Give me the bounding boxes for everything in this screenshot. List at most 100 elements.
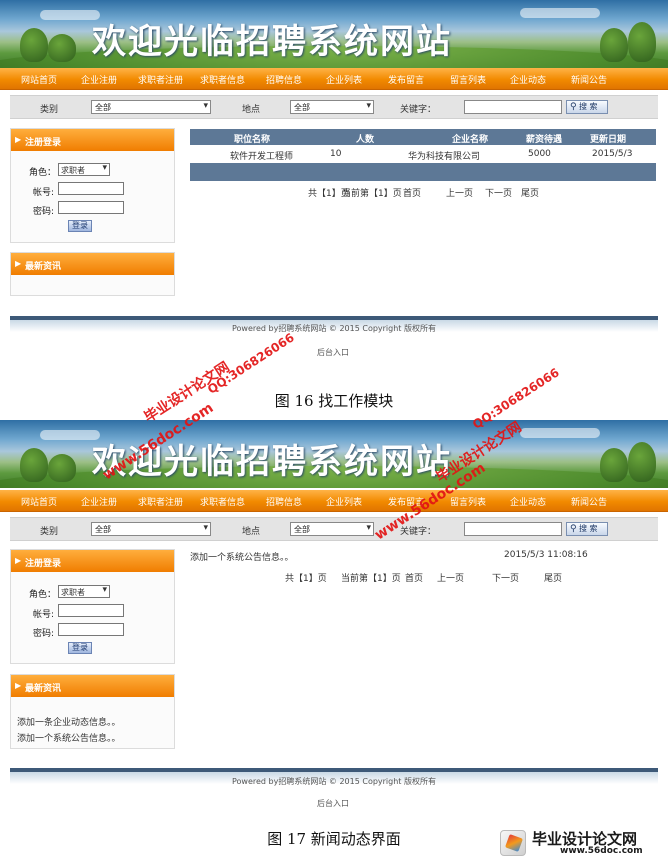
logo-icon xyxy=(500,830,526,856)
figure-caption: 图 16 找工作模块 xyxy=(274,392,394,410)
table-cell[interactable]: 软件开发工程师 xyxy=(230,149,293,162)
password-input[interactable] xyxy=(58,623,124,636)
nav-item-home[interactable]: 网站首页 xyxy=(21,73,57,86)
screenshot-find-job: 欢迎光临招聘系统网站 网站首页 企业注册 求职者注册 求职者信息 招聘信息 企业… xyxy=(0,0,668,385)
keyword-input[interactable] xyxy=(464,100,562,114)
pager-current: 当前第【1】页 xyxy=(342,189,402,199)
location-select[interactable]: 全部 xyxy=(290,100,374,114)
cloud-decoration xyxy=(40,430,100,440)
job-table: 职位名称 人数 企业名称 薪资待遇 更新日期 软件开发工程师 10 华为科技有限… xyxy=(190,129,656,181)
table-cell: 5000 xyxy=(528,149,551,159)
nav-item-jobs[interactable]: 招聘信息 xyxy=(266,495,302,508)
nav-item-announcements[interactable]: 新闻公告 xyxy=(571,73,607,86)
column-header: 薪资待遇 xyxy=(526,135,563,145)
search-button-label: 搜 索 xyxy=(579,102,598,111)
pager-prev[interactable]: 上一页 xyxy=(446,186,473,199)
login-panel-title: 注册登录 xyxy=(25,559,62,569)
footer-copyright: Powered by招聘系统网站 © 2015 Copyright 版权所有 xyxy=(232,324,436,333)
table-cell: 10 xyxy=(330,149,342,159)
login-panel: ▶ 注册登录 角色： 求职者 帐号: 密码: 登录 xyxy=(10,549,175,664)
category-label: 类别 xyxy=(40,527,59,537)
location-select[interactable]: 全部 xyxy=(290,522,374,536)
nav-item-company-list[interactable]: 企业列表 xyxy=(326,495,362,508)
nav-item-company-news[interactable]: 企业动态 xyxy=(510,495,546,508)
nav-item-home[interactable]: 网站首页 xyxy=(21,495,57,508)
nav-item-company-news[interactable]: 企业动态 xyxy=(510,73,546,86)
nav-item-company-register[interactable]: 企业注册 xyxy=(81,495,117,508)
login-button[interactable]: 登录 xyxy=(68,220,92,232)
account-label: 帐号: xyxy=(33,610,55,620)
tree-decoration xyxy=(628,442,656,482)
nav-item-company-register[interactable]: 企业注册 xyxy=(81,73,117,86)
location-label: 地点 xyxy=(242,527,261,537)
notice-title[interactable]: 添加一个系统公告信息。。 xyxy=(190,550,294,563)
account-input[interactable] xyxy=(58,604,124,617)
arrow-icon: ▶ xyxy=(15,135,22,144)
category-select[interactable]: 全部 xyxy=(91,522,211,536)
keyword-label: 关键字： xyxy=(400,105,437,115)
pager-last[interactable]: 尾页 xyxy=(544,571,562,584)
site-banner: 欢迎光临招聘系统网站 xyxy=(0,420,668,488)
role-select[interactable]: 求职者 xyxy=(58,163,110,176)
category-label: 类别 xyxy=(40,105,59,115)
nav-item-seeker-register[interactable]: 求职者注册 xyxy=(138,73,183,86)
nav-item-seeker-register[interactable]: 求职者注册 xyxy=(138,495,183,508)
news-panel-title: 最新资讯 xyxy=(25,684,62,694)
login-panel-header: ▶ 注册登录 xyxy=(11,129,174,151)
account-input[interactable] xyxy=(58,182,124,195)
login-panel-title: 注册登录 xyxy=(25,138,62,148)
pager-prev[interactable]: 上一页 xyxy=(437,571,464,584)
job-table-footer xyxy=(190,163,656,181)
admin-link[interactable]: 后台入口 xyxy=(317,798,349,809)
nav-item-message-list[interactable]: 留言列表 xyxy=(450,495,486,508)
pager-first[interactable]: 首页 xyxy=(405,571,423,584)
search-button[interactable]: ⚲ 搜 索 xyxy=(566,100,608,114)
role-label: 角色： xyxy=(29,590,57,600)
tree-decoration xyxy=(48,34,76,62)
password-input[interactable] xyxy=(58,201,124,214)
notice-time: 2015/5/3 11:08:16 xyxy=(504,550,588,560)
news-panel: ▶ 最新资讯 xyxy=(10,252,175,296)
search-icon: ⚲ xyxy=(570,524,577,534)
login-button[interactable]: 登录 xyxy=(68,642,92,654)
search-button[interactable]: ⚲ 搜 索 xyxy=(566,522,608,536)
category-select[interactable]: 全部 xyxy=(91,100,211,114)
nav-item-jobs[interactable]: 招聘信息 xyxy=(266,73,302,86)
search-bar: 类别 全部 地点 全部 关键字： ⚲ 搜 索 xyxy=(10,95,658,119)
role-select[interactable]: 求职者 xyxy=(58,585,110,598)
nav-item-seeker-info[interactable]: 求职者信息 xyxy=(200,73,245,86)
news-panel-header: ▶ 最新资讯 xyxy=(11,675,174,697)
pager-next[interactable]: 下一页 xyxy=(485,186,512,199)
pager-last[interactable]: 尾页 xyxy=(521,186,539,199)
table-cell: 华为科技有限公司 xyxy=(408,152,481,162)
column-header: 企业名称 xyxy=(452,135,489,145)
keyword-input[interactable] xyxy=(464,522,562,536)
column-header: 更新日期 xyxy=(590,135,627,145)
news-item[interactable]: 添加一条企业动态信息。。 xyxy=(17,715,121,728)
news-item[interactable]: 添加一个系统公告信息。。 xyxy=(17,731,121,744)
nav-item-seeker-info[interactable]: 求职者信息 xyxy=(200,495,245,508)
tree-decoration xyxy=(48,454,76,482)
news-panel: ▶ 最新资讯 添加一条企业动态信息。。 添加一个系统公告信息。。 xyxy=(10,674,175,749)
table-row[interactable]: 软件开发工程师 10 华为科技有限公司 5000 2015/5/3 xyxy=(190,145,656,163)
account-label: 帐号: xyxy=(33,188,55,198)
arrow-icon: ▶ xyxy=(15,259,22,268)
pager-total: 共【1】页 xyxy=(285,574,327,584)
job-table-header: 职位名称 人数 企业名称 薪资待遇 更新日期 xyxy=(190,129,656,145)
nav-item-message-list[interactable]: 留言列表 xyxy=(450,73,486,86)
login-panel-header: ▶ 注册登录 xyxy=(11,550,174,572)
banner-title: 欢迎光临招聘系统网站 xyxy=(92,22,452,62)
news-panel-header: ▶ 最新资讯 xyxy=(11,253,174,275)
news-panel-title: 最新资讯 xyxy=(25,262,62,272)
footer-copyright: Powered by招聘系统网站 © 2015 Copyright 版权所有 xyxy=(232,777,436,786)
nav-item-post-message[interactable]: 发布留言 xyxy=(388,73,424,86)
pager-next[interactable]: 下一页 xyxy=(492,571,519,584)
nav-item-company-list[interactable]: 企业列表 xyxy=(326,73,362,86)
password-label: 密码: xyxy=(33,629,55,639)
admin-link[interactable]: 后台入口 xyxy=(317,347,349,358)
nav-item-announcements[interactable]: 新闻公告 xyxy=(571,495,607,508)
cloud-decoration xyxy=(520,428,600,438)
pager-first[interactable]: 首页 xyxy=(403,186,421,199)
arrow-icon: ▶ xyxy=(15,681,22,690)
login-panel: ▶ 注册登录 角色： 求职者 帐号: 密码: 登录 xyxy=(10,128,175,243)
